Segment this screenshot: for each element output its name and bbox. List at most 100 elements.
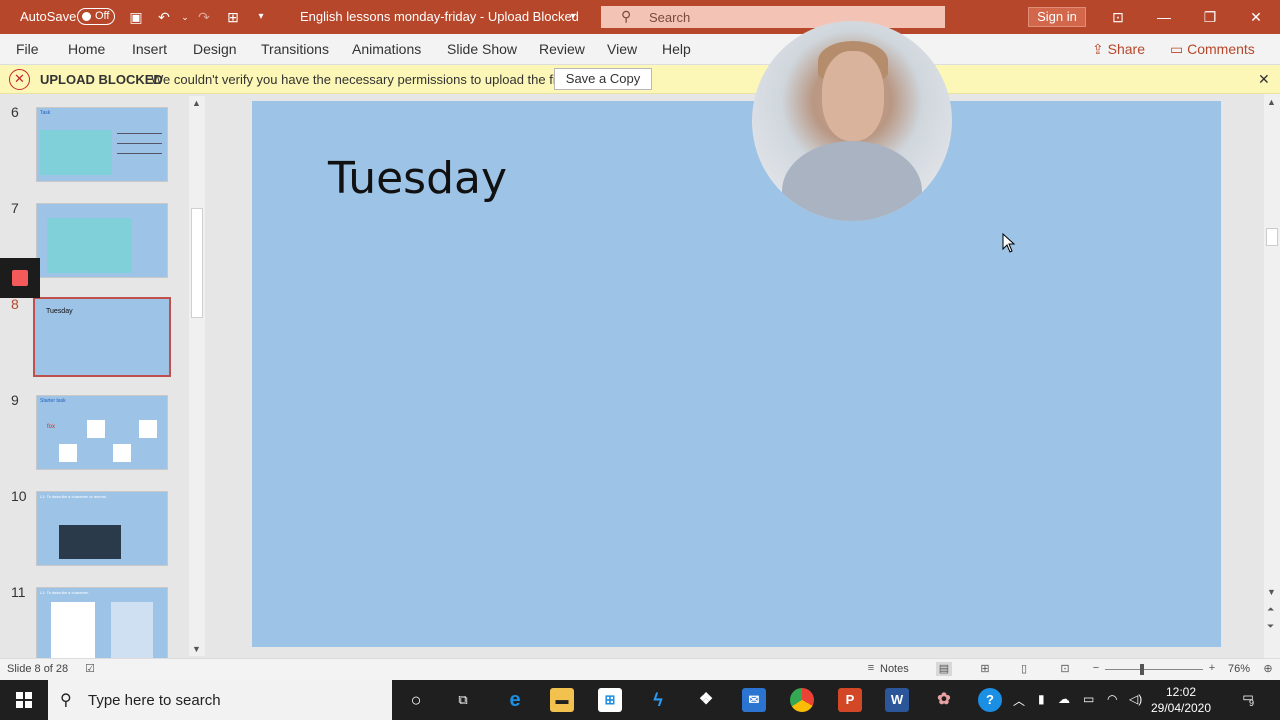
thumbnail-scrollbar[interactable]: ▲ ▼ <box>189 96 205 656</box>
close-icon[interactable]: ✕ <box>1245 6 1267 28</box>
search-icon: ⚲ <box>621 8 632 24</box>
dropbox-icon[interactable]: ❖ <box>694 688 718 712</box>
comments-button[interactable]: ▭ Comments <box>1170 37 1266 62</box>
undo-dropdown-icon[interactable]: ⌄ <box>176 8 194 26</box>
visual-studio-icon[interactable]: ϟ <box>646 688 670 712</box>
tab-view[interactable]: View <box>607 41 637 57</box>
notes-icon[interactable]: ≡ <box>862 662 880 676</box>
customize-toolbar-icon[interactable]: ▾ <box>252 8 270 26</box>
reading-view-icon[interactable]: ▯ <box>1016 662 1032 676</box>
mail-icon[interactable]: ✉ <box>742 688 766 712</box>
powerpoint-icon[interactable]: P <box>838 688 862 712</box>
minimize-icon[interactable]: — <box>1153 6 1175 28</box>
share-button[interactable]: ⇪ Share <box>1092 37 1162 62</box>
paint-icon[interactable]: ✿ <box>932 688 956 712</box>
thumbnail-number: 6 <box>11 104 19 120</box>
zoom-in-icon[interactable]: + <box>1204 662 1220 676</box>
tab-review[interactable]: Review <box>539 41 585 57</box>
scrollbar-thumb[interactable] <box>191 208 203 318</box>
thumbnail-title: L1: To describe a character. <box>40 590 90 595</box>
store-icon[interactable]: ⊞ <box>598 688 622 712</box>
search-box[interactable]: ⚲ Search <box>601 6 945 28</box>
slide-scrollbar[interactable]: ▲ ▼ ⏶ ⏷ <box>1264 94 1280 658</box>
slide-thumbnail-10[interactable]: L1: To describe a character or animal. <box>36 491 168 566</box>
help-icon[interactable]: ? <box>978 688 1002 712</box>
thumbnail-title: L1: To describe a character or animal. <box>40 494 107 499</box>
scroll-up-icon[interactable]: ▲ <box>1267 97 1276 107</box>
tab-insert[interactable]: Insert <box>132 41 167 57</box>
scroll-down-icon[interactable]: ▼ <box>1267 587 1276 597</box>
device-icon[interactable]: ▮ <box>1038 692 1045 706</box>
battery-icon[interactable]: ▭ <box>1083 692 1094 706</box>
webcam-video <box>752 21 952 221</box>
tab-help[interactable]: Help <box>662 41 691 57</box>
slideshow-view-icon[interactable]: ⊡ <box>1057 662 1073 676</box>
scrollbar-thumb[interactable] <box>1266 228 1278 246</box>
tab-file[interactable]: File <box>16 41 39 57</box>
notes-button[interactable]: Notes <box>880 663 909 675</box>
save-icon[interactable]: ▣ <box>127 8 145 26</box>
task-view-icon[interactable]: ⧉ <box>451 688 475 712</box>
previous-slide-icon[interactable]: ⏶ <box>1267 604 1274 615</box>
tab-design[interactable]: Design <box>193 41 237 57</box>
word-icon[interactable]: W <box>885 688 909 712</box>
close-message-icon[interactable]: ✕ <box>1258 71 1270 88</box>
zoom-slider[interactable] <box>1105 664 1203 675</box>
zoom-level[interactable]: 76% <box>1228 663 1250 675</box>
tab-animations[interactable]: Animations <box>352 41 421 57</box>
next-slide-icon[interactable]: ⏷ <box>1267 621 1274 632</box>
text-line <box>117 143 162 144</box>
zoom-slider-handle[interactable] <box>1140 664 1144 675</box>
sign-in-button[interactable]: Sign in <box>1028 7 1086 27</box>
slide-thumbnail-6[interactable]: Task <box>36 107 168 182</box>
chrome-icon[interactable] <box>790 688 814 712</box>
save-a-copy-button[interactable]: Save a Copy <box>554 68 652 90</box>
taskbar-search-placeholder: Type here to search <box>88 692 221 709</box>
volume-icon[interactable]: ◁) <box>1129 692 1142 706</box>
thumbnail-title: Starter task <box>40 398 66 404</box>
autosave-toggle[interactable]: Off <box>77 8 115 25</box>
start-button[interactable] <box>0 680 48 720</box>
taskbar-search[interactable]: ⚲ Type here to search <box>48 680 392 720</box>
scroll-down-icon[interactable]: ▼ <box>192 644 201 654</box>
current-slide[interactable]: Tuesday <box>252 101 1221 647</box>
slide-thumbnail-11[interactable]: L1: To describe a character. <box>36 587 168 662</box>
recording-control[interactable] <box>0 258 40 298</box>
text-line <box>117 153 162 154</box>
tab-home[interactable]: Home <box>68 41 105 57</box>
scroll-up-icon[interactable]: ▲ <box>192 98 201 108</box>
redo-icon[interactable]: ↷ <box>195 8 213 26</box>
autosave-state: Off <box>95 10 110 22</box>
undo-icon[interactable]: ↶ <box>155 8 173 26</box>
present-icon[interactable]: ⊞ <box>224 8 242 26</box>
world-map-image <box>47 218 132 273</box>
action-center-icon[interactable]: ▭ 9 <box>1237 690 1259 710</box>
tab-transitions[interactable]: Transitions <box>261 41 329 57</box>
zoom-out-icon[interactable]: − <box>1088 662 1104 676</box>
slide-thumbnail-7[interactable] <box>36 203 168 278</box>
slide-thumbnail-8[interactable]: Tuesday <box>33 297 171 377</box>
stop-record-icon[interactable] <box>12 270 28 286</box>
picture-card <box>113 444 131 462</box>
document-title[interactable]: English lessons monday-friday - Upload B… <box>300 9 579 24</box>
fit-to-window-icon[interactable]: ⊕ <box>1260 662 1276 676</box>
thumbnail-word: fox <box>47 424 56 430</box>
ribbon-display-icon[interactable]: ⊡ <box>1107 6 1129 28</box>
slide-title[interactable]: Tuesday <box>328 153 507 204</box>
picture-card <box>139 420 157 438</box>
edge-icon[interactable]: e <box>503 688 527 712</box>
slide-sorter-icon[interactable]: ⊞ <box>977 662 993 676</box>
restore-icon[interactable]: ❐ <box>1199 6 1221 28</box>
show-hidden-icons-icon[interactable]: ︿ <box>1013 692 1025 709</box>
tab-slide-show[interactable]: Slide Show <box>447 41 517 57</box>
title-dropdown-icon[interactable]: ▾ <box>564 8 582 26</box>
normal-view-icon[interactable]: ▤ <box>936 662 952 676</box>
slide-thumbnail-9[interactable]: Starter task fox <box>36 395 168 470</box>
file-explorer-icon[interactable]: ▬ <box>550 688 574 712</box>
accessibility-icon[interactable]: ☑ <box>82 662 98 676</box>
onedrive-icon[interactable]: ☁ <box>1058 692 1070 706</box>
clock[interactable]: 12:02 29/04/2020 <box>1148 684 1214 716</box>
cortana-icon[interactable]: ○ <box>404 688 428 712</box>
comments-label: Comments <box>1187 41 1255 57</box>
wifi-icon[interactable]: ◠ <box>1107 692 1117 706</box>
